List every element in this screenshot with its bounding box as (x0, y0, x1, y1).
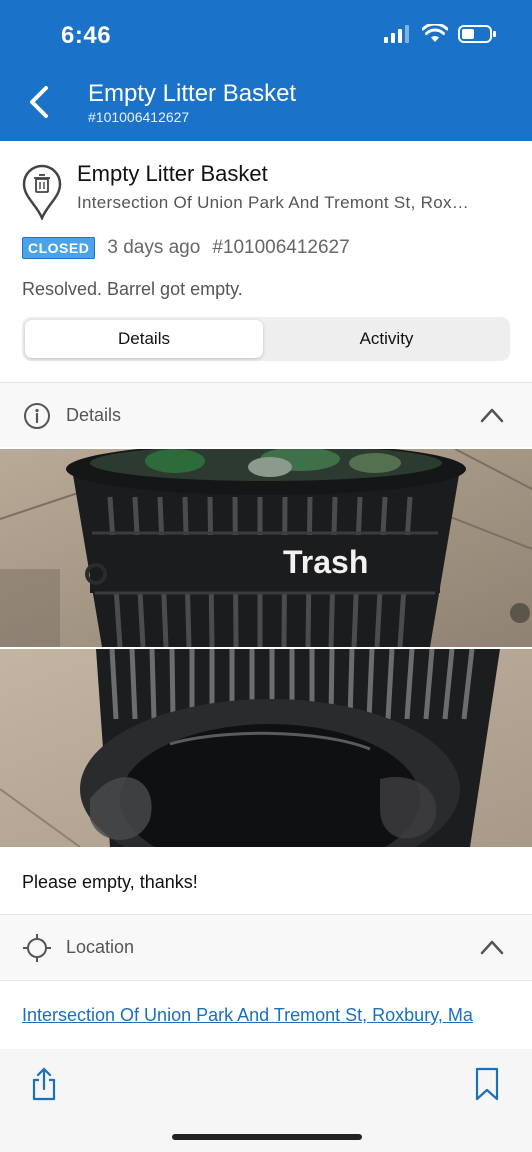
resolution-text: Resolved. Barrel got empty. (22, 279, 243, 299)
top-app-bar: 6:46 Empty Litter Basket #101006412627 (0, 0, 532, 141)
nav-title: Empty Litter Basket (88, 80, 297, 107)
nav-subtitle: #101006412627 (88, 109, 190, 125)
request-meta: CLOSED 3 days ago #101006412627 (22, 237, 350, 259)
cellular-signal-icon (384, 24, 409, 43)
request-photo-after[interactable] (0, 649, 532, 847)
details-section-label: Details (66, 405, 122, 425)
wifi-icon (422, 24, 448, 42)
location-address-link[interactable]: Intersection Of Union Park And Tremont S… (22, 1003, 502, 1027)
crosshair-icon (23, 934, 51, 962)
divider (0, 980, 532, 981)
battery-icon (458, 24, 496, 43)
status-time: 6:46 (61, 22, 112, 49)
request-age: 3 days ago (107, 237, 201, 258)
request-address: Intersection Of Union Park And Tremont S… (77, 193, 470, 212)
map-pin-trash-icon (22, 164, 62, 220)
location-section-label: Location (66, 937, 135, 957)
bookmark-icon[interactable] (474, 1067, 500, 1101)
share-icon[interactable] (30, 1067, 58, 1101)
location-section-header[interactable]: Location (0, 915, 532, 979)
tab-details[interactable]: Details (25, 320, 263, 358)
trash-label-text: Trash (283, 544, 368, 580)
request-photo-before[interactable]: Trash (0, 449, 532, 647)
segmented-control: Details Activity (22, 317, 510, 361)
status-icons (384, 24, 496, 43)
home-indicator (172, 1134, 362, 1140)
chevron-up-icon[interactable] (478, 935, 506, 959)
info-icon (24, 403, 50, 429)
bottom-toolbar (0, 1049, 532, 1152)
chevron-up-icon[interactable] (478, 403, 506, 427)
chevron-left-icon[interactable] (24, 82, 54, 122)
request-description: Please empty, thanks! (22, 872, 198, 892)
tab-activity[interactable]: Activity (266, 320, 507, 358)
status-badge: CLOSED (22, 237, 96, 259)
request-title: Empty Litter Basket (77, 161, 268, 186)
request-id: #101006412627 (212, 237, 350, 258)
status-bar: 6:46 (0, 0, 532, 70)
details-section-header[interactable]: Details (0, 383, 532, 447)
